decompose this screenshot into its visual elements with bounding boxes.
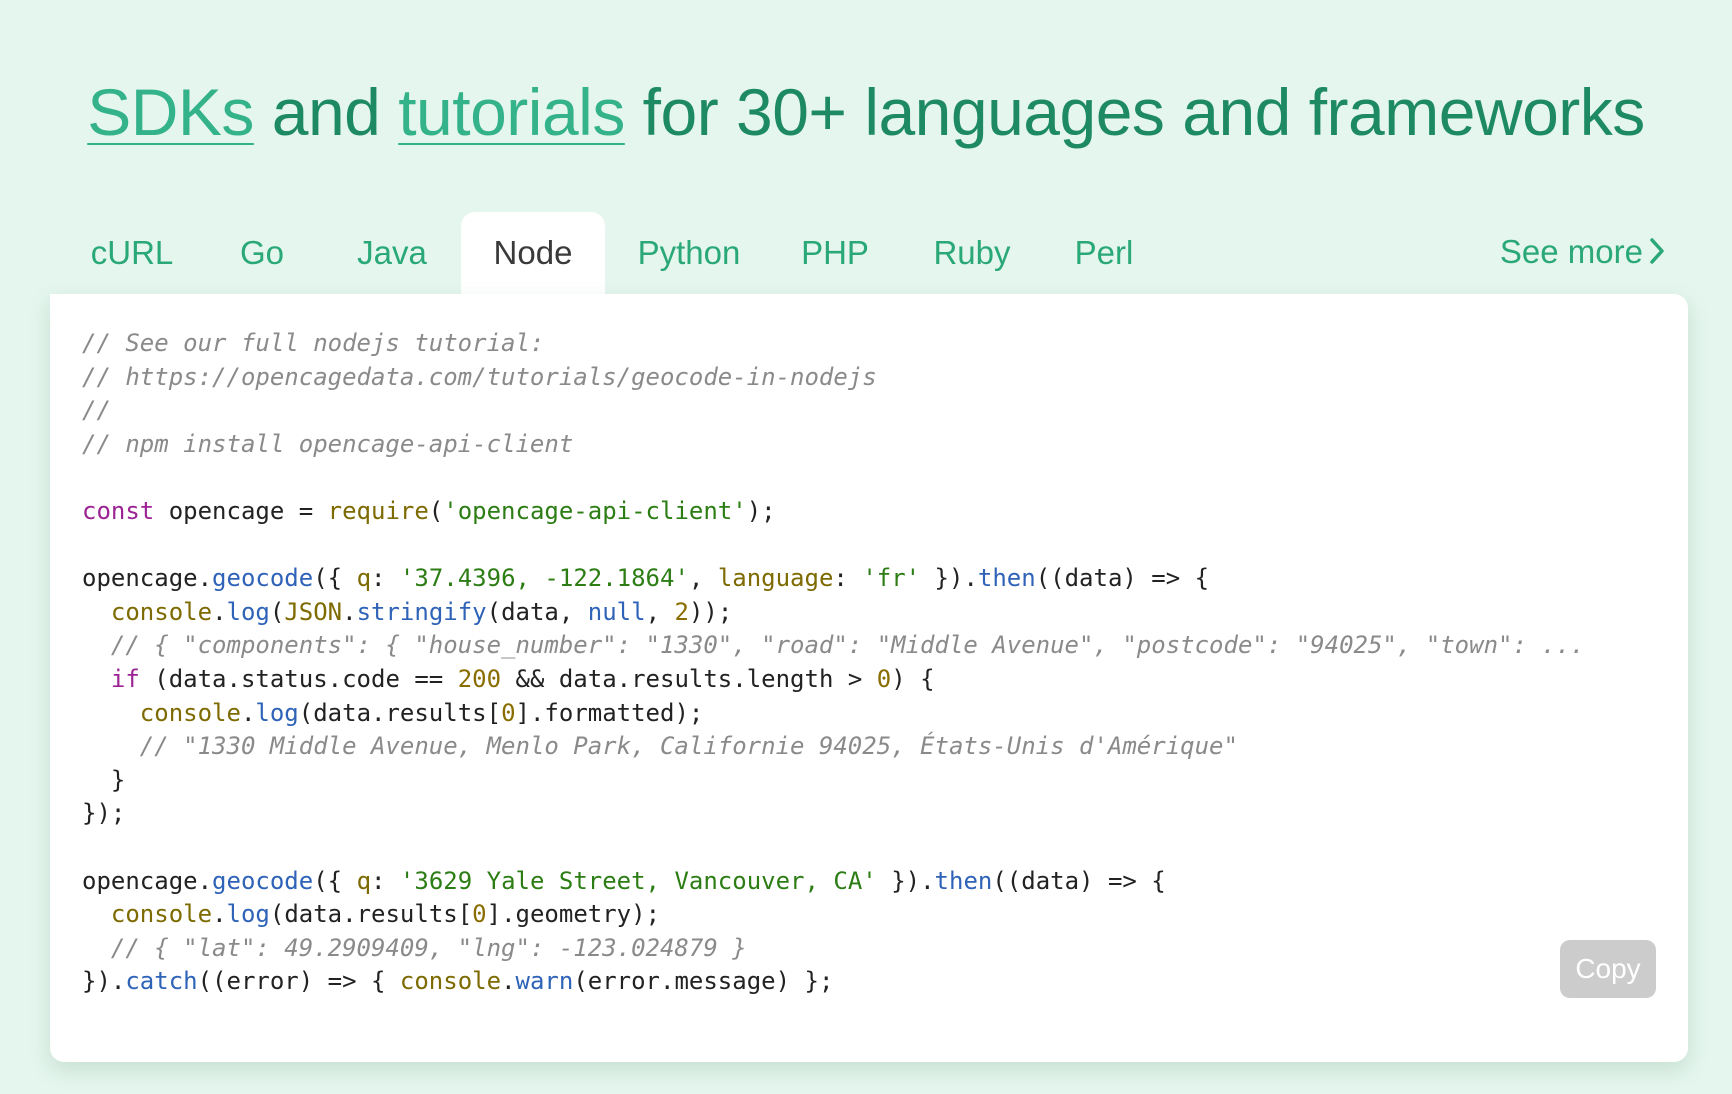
code-line: // See our full nodejs tutorial: [82, 329, 545, 357]
code-line: // "1330 Middle Avenue, Menlo Park, Cali… [82, 732, 1238, 761]
tab-python[interactable]: Python [616, 212, 762, 294]
code-line: opencage.geocode({ q: '3629 Yale Street,… [82, 866, 1166, 895]
code-line: } [82, 765, 126, 794]
page-title: SDKs and tutorials for 30+ languages and… [0, 74, 1732, 150]
tab-php[interactable]: PHP [780, 212, 890, 294]
code-line: // https://opencagedata.com/tutorials/ge… [82, 362, 877, 391]
see-more-label: See more [1499, 233, 1643, 270]
sdks-link[interactable]: SDKs [87, 75, 254, 149]
code-line: // { "lat": 49.2909409, "lng": -123.0248… [82, 933, 747, 962]
code-line: // { "components": { "house_number": "13… [82, 631, 1585, 660]
headline-text-and: and [253, 75, 399, 150]
tab-ruby[interactable]: Ruby [912, 212, 1032, 294]
tab-go[interactable]: Go [212, 212, 312, 294]
copy-button[interactable]: Copy [1560, 940, 1656, 998]
code-line: }).catch((error) => { console.warn(error… [82, 967, 834, 996]
tab-perl[interactable]: Perl [1052, 212, 1156, 294]
tab-java[interactable]: Java [332, 212, 452, 294]
tab-node[interactable]: Node [461, 212, 605, 294]
code-line: console.log(data.results[0].geometry); [110, 900, 661, 929]
code-line: opencage.geocode({ q: '37.4396, -122.186… [82, 564, 1210, 593]
code-line: // [82, 396, 111, 425]
headline-text-rest: for 30+ languages and frameworks [624, 75, 1646, 150]
code-line: console.log(data.results[0].formatted); [139, 698, 704, 727]
tab-curl[interactable]: cURL [70, 212, 194, 294]
chevron-right-icon [1650, 238, 1664, 265]
see-more-link[interactable]: See more [1500, 212, 1665, 292]
code-panel: // See our full nodejs tutorial: // https… [50, 294, 1688, 1062]
language-tabs: cURL Go Java Node Python PHP Ruby Perl S… [50, 212, 1690, 294]
code-line: }); [82, 799, 126, 828]
code-line: if (data.status.code == 200 && data.resu… [110, 664, 935, 693]
code-block: // See our full nodejs tutorial: // https… [82, 327, 1585, 999]
code-line: console.log(JSON.stringify(data, null, 2… [110, 597, 733, 626]
tutorials-link[interactable]: tutorials [398, 75, 625, 149]
code-line: const opencage = require('opencage-api-c… [82, 496, 776, 525]
code-line: // npm install opencage-api-client [82, 429, 574, 458]
